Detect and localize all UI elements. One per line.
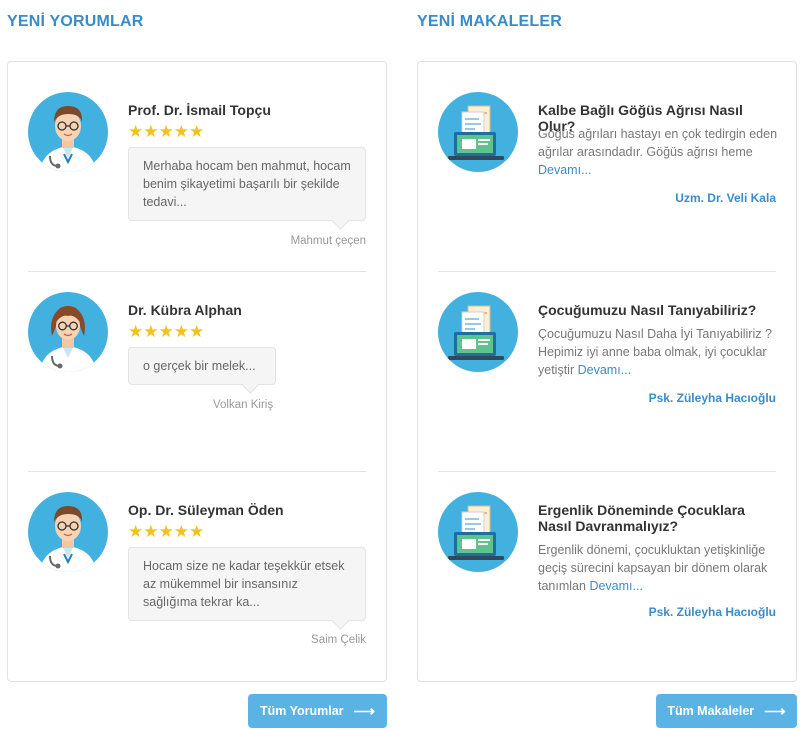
article-author[interactable]: Psk. Züleyha Hacıoğlu	[649, 391, 776, 405]
comment-text: Merhaba hocam ben mahmut, hocam benim şi…	[143, 159, 351, 209]
arrow-right-icon: ⟶	[764, 702, 786, 720]
all-articles-button[interactable]: Tüm Makaleler ⟶	[656, 694, 797, 728]
female-doctor-avatar[interactable]	[28, 292, 108, 372]
doctor-name[interactable]: Prof. Dr. İsmail Topçu	[128, 102, 271, 118]
read-more-link[interactable]: Devamı...	[538, 163, 592, 177]
articles-section-title: YENİ MAKALELER	[417, 13, 563, 30]
male-doctor-avatar[interactable]	[28, 492, 108, 572]
all-comments-button[interactable]: Tüm Yorumlar ⟶	[248, 694, 387, 728]
read-more-link[interactable]: Devamı...	[589, 579, 643, 593]
doctor-name[interactable]: Op. Dr. Süleyman Öden	[128, 502, 284, 518]
commenter-name: Saim Çelik	[311, 634, 366, 646]
laptop-document-icon[interactable]	[438, 492, 518, 572]
article-item: Ergenlik Döneminde Çocuklara Nasıl Davra…	[418, 462, 796, 662]
doctor-name[interactable]: Dr. Kübra Alphan	[128, 302, 242, 318]
male-doctor-avatar[interactable]	[28, 92, 108, 172]
comments-section-title: YENİ YORUMLAR	[7, 13, 144, 30]
all-articles-label: Tüm Makaleler	[667, 704, 755, 718]
comment-item: Dr. Kübra Alphan ★★★★★ o gerçek bir mele…	[8, 262, 386, 462]
comment-bubble: o gerçek bir melek...	[128, 347, 276, 385]
star-rating: ★★★★★	[128, 122, 205, 141]
article-excerpt-text: Göğüs ağrıları hastayı en çok tedirgin e…	[538, 127, 778, 159]
all-comments-label: Tüm Yorumlar	[259, 704, 344, 718]
comment-text: Hocam size ne kadar teşekkür etsek az mü…	[143, 559, 345, 609]
article-title[interactable]: Ergenlik Döneminde Çocuklara Nasıl Davra…	[538, 502, 778, 534]
comments-panel: Prof. Dr. İsmail Topçu ★★★★★ Merhaba hoc…	[7, 61, 387, 682]
comment-item: Prof. Dr. İsmail Topçu ★★★★★ Merhaba hoc…	[8, 62, 386, 262]
arrow-right-icon: ⟶	[353, 702, 376, 720]
comment-item: Op. Dr. Süleyman Öden ★★★★★ Hocam size n…	[8, 462, 386, 662]
laptop-document-icon[interactable]	[438, 92, 518, 172]
commenter-name: Volkan Kiriş	[213, 399, 274, 411]
article-item: Kalbe Bağlı Göğüs Ağrısı Nasıl Olur? Göğ…	[418, 62, 796, 262]
articles-panel: Kalbe Bağlı Göğüs Ağrısı Nasıl Olur? Göğ…	[417, 61, 797, 682]
comment-bubble: Merhaba hocam ben mahmut, hocam benim şi…	[128, 147, 366, 221]
article-excerpt-text: Ergenlik dönemi, çocukluktan yetişkinliğ…	[538, 543, 768, 593]
article-item: Çocuğumuzu Nasıl Tanıyabiliriz? Çocuğumu…	[418, 262, 796, 462]
article-author[interactable]: Uzm. Dr. Veli Kala	[675, 191, 776, 205]
article-excerpt: Çocuğumuzu Nasıl Daha İyi Tanıyabiliriz …	[538, 325, 778, 379]
article-excerpt: Göğüs ağrıları hastayı en çok tedirgin e…	[538, 125, 778, 179]
star-rating: ★★★★★	[128, 522, 205, 541]
comment-text: o gerçek bir melek...	[143, 359, 256, 373]
article-excerpt-text: Çocuğumuzu Nasıl Daha İyi Tanıyabiliriz …	[538, 327, 772, 377]
star-rating: ★★★★★	[128, 322, 205, 341]
read-more-link[interactable]: Devamı...	[578, 363, 632, 377]
laptop-document-icon[interactable]	[438, 292, 518, 372]
comment-bubble: Hocam size ne kadar teşekkür etsek az mü…	[128, 547, 366, 621]
article-excerpt: Ergenlik dönemi, çocukluktan yetişkinliğ…	[538, 541, 778, 595]
commenter-name: Mahmut çeçen	[290, 235, 366, 247]
article-title[interactable]: Çocuğumuzu Nasıl Tanıyabiliriz?	[538, 302, 778, 318]
article-author[interactable]: Psk. Züleyha Hacıoğlu	[649, 605, 776, 619]
